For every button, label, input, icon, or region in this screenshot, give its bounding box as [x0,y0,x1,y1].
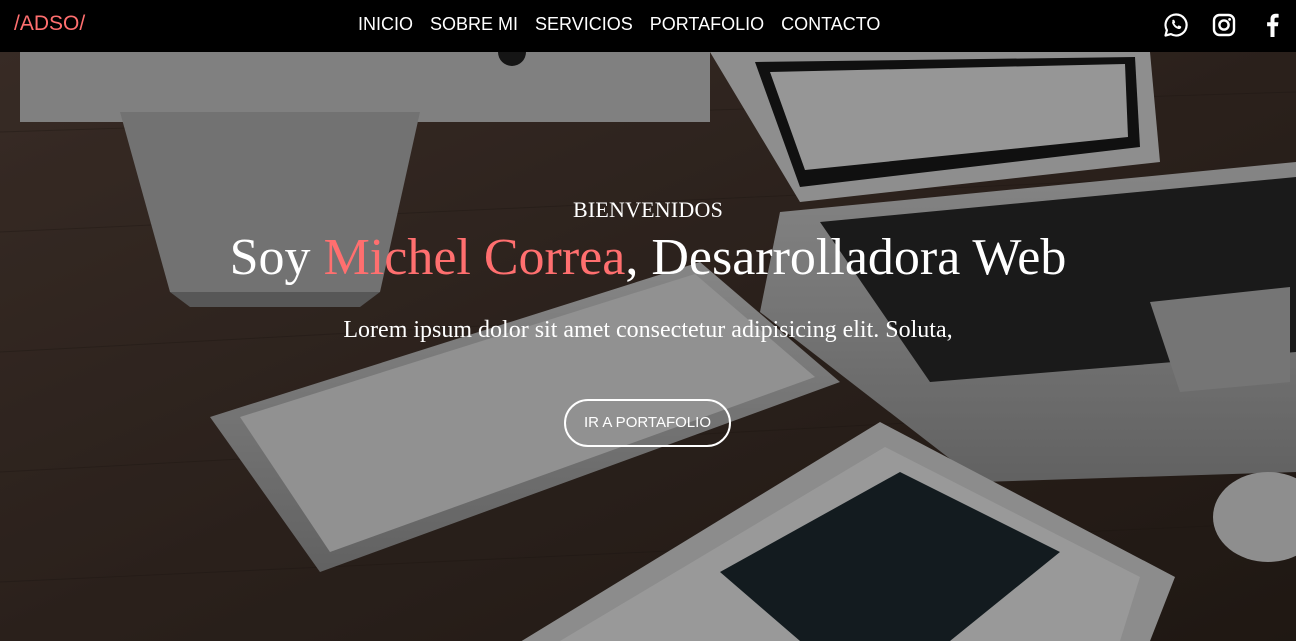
instagram-link[interactable] [1210,11,1238,39]
nav-item-portafolio[interactable]: PORTAFOLIO [650,13,764,35]
hero-welcome: BIENVENIDOS [572,197,724,222]
whatsapp-icon [1164,13,1188,37]
headline-name: Michel Correa [323,229,626,286]
whatsapp-link[interactable] [1162,11,1190,39]
site-logo[interactable]: /ADSO/ [14,12,85,36]
portfolio-button[interactable]: IR A PORTAFOLIO [564,399,731,447]
facebook-icon [1267,13,1279,37]
hero-section: BIENVENIDOS Soy Michel Correa, Desarroll… [0,52,1296,641]
headline-suffix: , Desarrolladora Web [625,229,1067,286]
nav-item-servicios[interactable]: SERVICIOS [535,13,633,35]
hero-headline: Soy Michel Correa, Desarrolladora Web [0,228,1296,288]
nav-item-sobre-mi[interactable]: SOBRE MI [430,13,518,35]
instagram-icon [1212,13,1236,37]
page: /ADSO/ INICIO SOBRE MI SERVICIOS PORTAFO… [0,0,1296,641]
main-menu: INICIO SOBRE MI SERVICIOS PORTAFOLIO CON… [358,13,897,35]
hero-overlay [0,52,1296,641]
facebook-link[interactable] [1258,11,1286,39]
hero-lead: Lorem ipsum dolor sit amet consectetur a… [343,317,953,343]
nav-item-contacto[interactable]: CONTACTO [781,13,880,35]
nav-item-inicio[interactable]: INICIO [358,13,413,35]
headline-prefix: Soy [229,229,324,286]
navbar: /ADSO/ INICIO SOBRE MI SERVICIOS PORTAFO… [0,0,1296,52]
social-links [1142,11,1286,39]
